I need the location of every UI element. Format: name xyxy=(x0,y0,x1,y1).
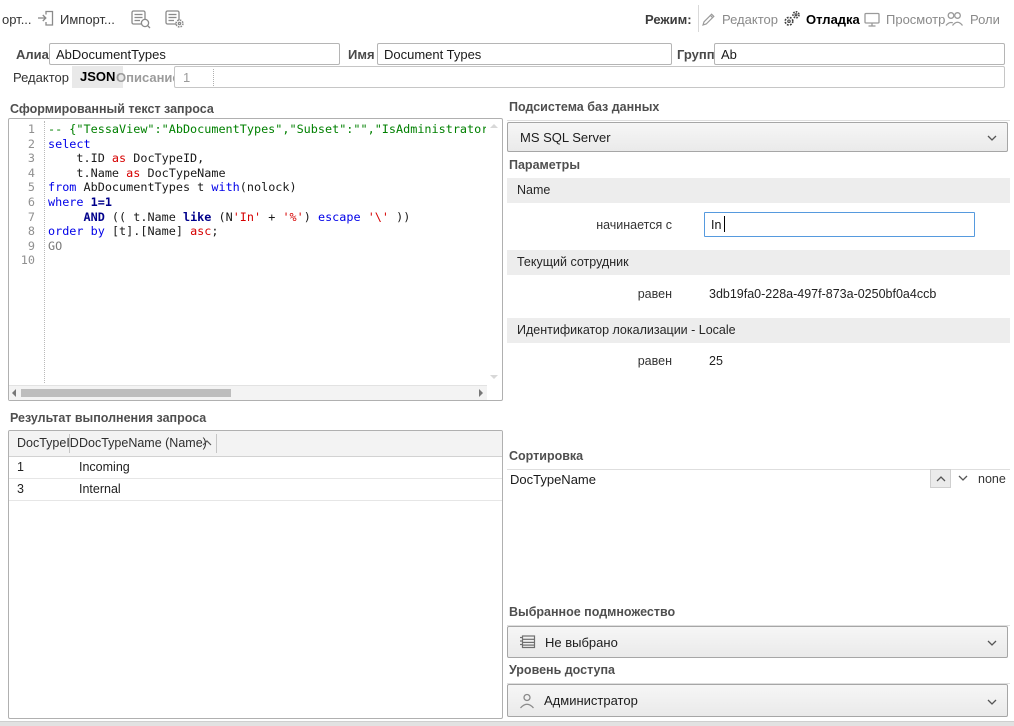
column-divider[interactable] xyxy=(216,434,217,453)
code-line[interactable]: -- {"TessaView":"AbDocumentTypes","Subse… xyxy=(48,122,486,137)
line-numbers: 12345678910 xyxy=(9,119,39,385)
line-number: 8 xyxy=(9,224,39,239)
scroll-left-icon[interactable] xyxy=(12,389,16,397)
result-table: DocTypeID DocTypeName (Name) 1 Incoming 3 I… xyxy=(8,430,503,719)
code-line[interactable]: order by [t].[Name] asc; xyxy=(48,224,486,239)
line-number: 10 xyxy=(9,253,39,268)
view-search-icon[interactable] xyxy=(130,8,152,30)
param-name-band: Name xyxy=(507,178,1010,203)
code-line[interactable]: t.ID as DocTypeID, xyxy=(48,151,486,166)
chevron-down-icon xyxy=(987,135,997,141)
line-number: 4 xyxy=(9,166,39,181)
param-locale-operator: равен xyxy=(507,354,672,368)
parameters-title: Параметры xyxy=(507,155,1010,179)
chevron-down-icon xyxy=(987,699,997,705)
line-number: 6 xyxy=(9,195,39,210)
table-row[interactable]: 3 Internal xyxy=(9,479,502,501)
scroll-right-icon[interactable] xyxy=(479,389,483,397)
query-title: Сформированный текст запроса xyxy=(10,102,214,116)
table-grid-icon xyxy=(518,633,537,651)
table-cell: Internal xyxy=(79,482,121,496)
param-name-input[interactable] xyxy=(704,212,975,237)
code-line[interactable]: from AbDocumentTypes t with(nolock) xyxy=(48,180,486,195)
description-label: Описание xyxy=(116,70,180,85)
result-title: Результат выполнения запроса xyxy=(10,411,206,425)
line-number: 3 xyxy=(9,151,39,166)
export-button[interactable]: орт... xyxy=(2,12,32,27)
editor-scroll-up-icon[interactable] xyxy=(490,124,498,128)
access-select[interactable]: Администратор xyxy=(507,684,1008,717)
access-value: Администратор xyxy=(544,693,638,708)
access-title: Уровень доступа xyxy=(507,660,1010,684)
param-employee-value: 3db19fa0-228a-497f-873a-0250bf0a4ccb xyxy=(709,287,936,301)
right-panel: Подсистема баз данных MS SQL Server Пара… xyxy=(507,0,1010,726)
sql-editor[interactable]: 12345678910 -- {"TessaView":"AbDocumentT… xyxy=(8,118,503,401)
code-line[interactable]: AND (( t.Name like (N'In' + '%') escape … xyxy=(48,210,486,225)
view-settings-icon[interactable] xyxy=(164,8,186,30)
bottom-bar xyxy=(0,721,1014,726)
table-cell: 3 xyxy=(17,482,24,496)
import-icon xyxy=(36,8,56,28)
person-icon xyxy=(518,692,536,710)
table-cell: 1 xyxy=(17,460,24,474)
table-cell: Incoming xyxy=(79,460,130,474)
code-line[interactable]: select xyxy=(48,137,486,152)
text-caret xyxy=(724,216,725,232)
code-line[interactable]: t.Name as DocTypeName xyxy=(48,166,486,181)
sort-down-button[interactable] xyxy=(958,475,968,481)
param-locale-band: Идентификатор локализации - Locale xyxy=(507,318,1010,343)
result-table-header[interactable]: DocTypeID DocTypeName (Name) xyxy=(9,431,502,457)
db-subsystem-value: MS SQL Server xyxy=(520,130,611,145)
param-employee-operator: равен xyxy=(507,287,672,301)
code-line[interactable] xyxy=(48,253,486,268)
description-grip[interactable] xyxy=(213,69,214,86)
param-name-operator: начинается с xyxy=(507,218,672,232)
column-header-doctypename[interactable]: DocTypeName (Name) xyxy=(79,436,207,450)
code-line[interactable]: GO xyxy=(48,239,486,254)
sorting-field: DocTypeName xyxy=(510,472,596,487)
db-subsystem-select[interactable]: MS SQL Server xyxy=(507,122,1008,152)
editor-hscrollbar[interactable] xyxy=(9,385,487,400)
code-lines[interactable]: -- {"TessaView":"AbDocumentTypes","Subse… xyxy=(48,119,486,385)
line-number: 9 xyxy=(9,239,39,254)
param-employee-band: Текущий сотрудник xyxy=(507,250,1010,275)
tab-editor[interactable]: Редактор xyxy=(13,70,69,85)
alias-input[interactable] xyxy=(49,43,340,65)
sort-up-button[interactable] xyxy=(930,469,951,488)
name-label: Имя xyxy=(348,47,375,62)
description-value: 1 xyxy=(183,70,190,85)
sorting-direction: none xyxy=(978,472,1006,486)
table-row[interactable]: 1 Incoming xyxy=(9,457,502,479)
sort-asc-icon xyxy=(202,440,212,446)
subset-title: Выбранное подмножество xyxy=(507,602,1010,626)
line-number: 2 xyxy=(9,137,39,152)
line-number: 7 xyxy=(9,210,39,225)
subset-value: Не выбрано xyxy=(545,635,618,650)
line-number: 5 xyxy=(9,180,39,195)
db-subsystem-title: Подсистема баз данных xyxy=(507,97,1010,121)
subset-select[interactable]: Не выбрано xyxy=(507,626,1008,658)
param-locale-value: 25 xyxy=(709,354,723,368)
column-divider[interactable] xyxy=(69,434,70,453)
chevron-down-icon xyxy=(987,640,997,646)
editor-scroll-down-icon[interactable] xyxy=(490,375,498,379)
app-window: орт... Импорт... Р xyxy=(0,0,1014,726)
code-line[interactable]: where 1=1 xyxy=(48,195,486,210)
hscroll-thumb[interactable] xyxy=(21,389,231,397)
sorting-title: Сортировка xyxy=(507,446,1010,470)
gutter-separator xyxy=(44,121,45,383)
result-table-body: 1 Incoming 3 Internal xyxy=(9,457,502,501)
line-number: 1 xyxy=(9,122,39,137)
import-button[interactable]: Импорт... xyxy=(60,12,115,27)
